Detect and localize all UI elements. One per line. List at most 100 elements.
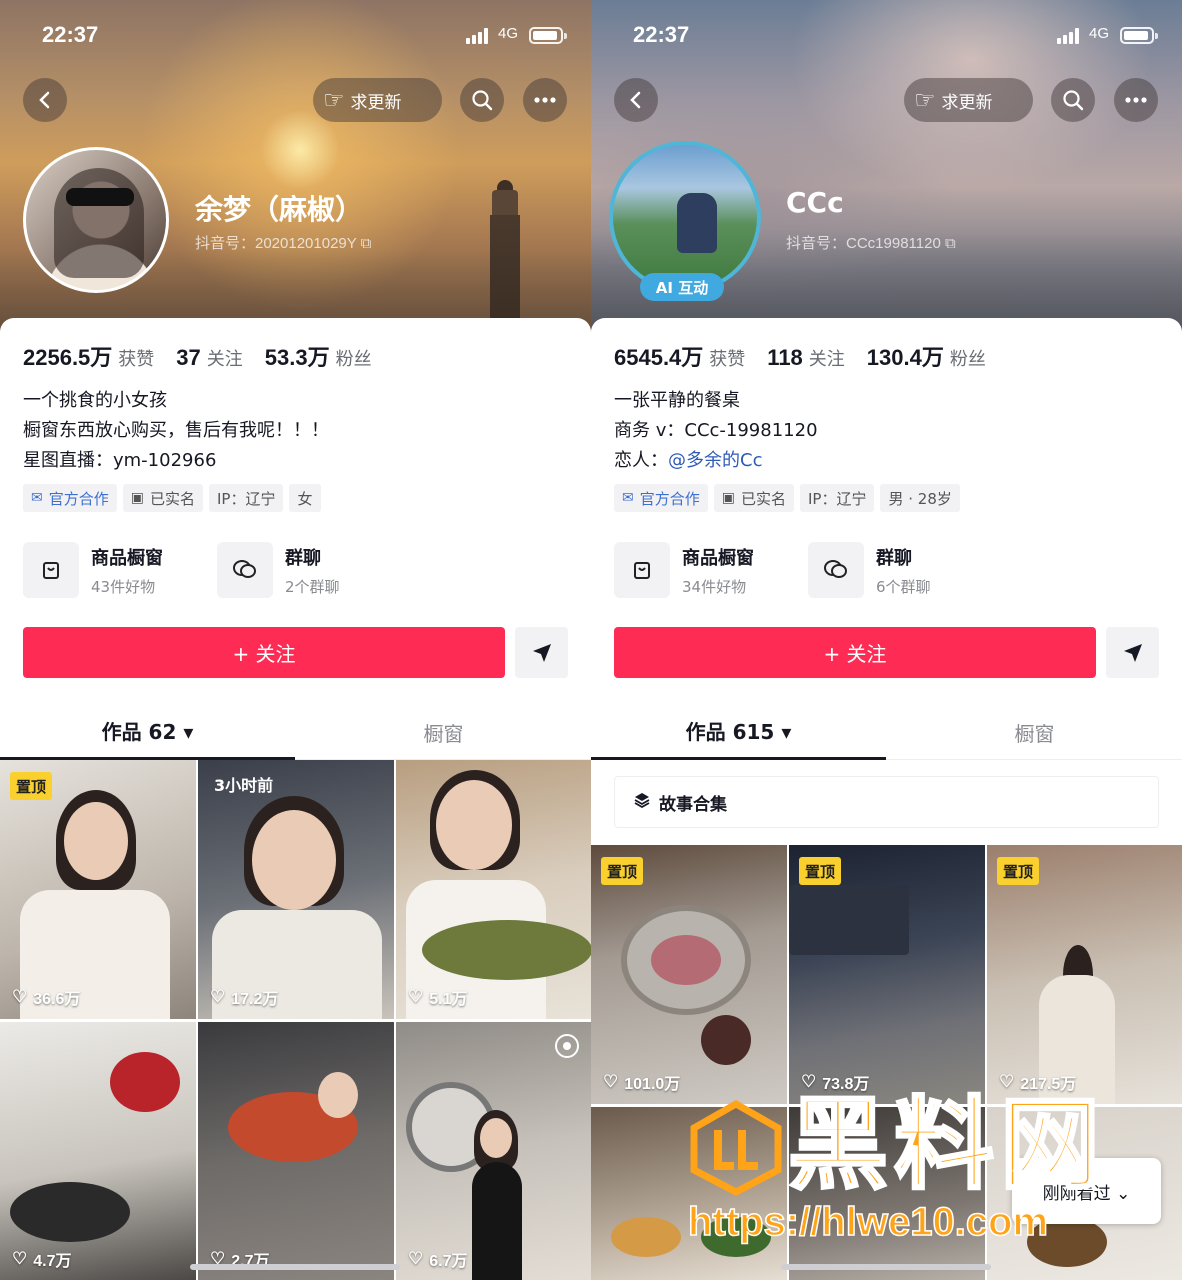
like-count: ♡ 17.2万	[210, 987, 279, 1008]
pinned-badge: 置顶	[997, 857, 1040, 885]
battery-icon	[1120, 27, 1158, 44]
group-chat-shortcut[interactable]: 群聊 2个群聊	[217, 540, 340, 600]
share-button[interactable]	[1106, 627, 1159, 678]
share-button[interactable]	[515, 627, 568, 678]
follow-button[interactable]: + 关注	[23, 627, 505, 678]
profile-tags: ✉ 官方合作 ▣ 已实名 IP：辽宁 男 · 28岁	[614, 484, 960, 512]
hand-icon: ☞	[914, 86, 936, 114]
share-icon	[1123, 643, 1142, 662]
avatar[interactable]	[23, 147, 169, 293]
profile-name: 余梦（麻椒）	[195, 193, 364, 226]
video-tile[interactable]: 置顶 ♡ 217.5万	[987, 845, 1182, 1104]
mention-link[interactable]: @多余的Cc	[668, 450, 762, 471]
status-time: 22:37	[633, 22, 690, 47]
like-count: ♡ 36.6万	[12, 987, 81, 1008]
likes-count: 2256.5万	[23, 345, 113, 370]
video-tile[interactable]: 3小时前 ♡ 17.2万	[198, 760, 394, 1019]
video-tile[interactable]: 置顶 ♡ 101.0万	[591, 845, 787, 1104]
profile-uid[interactable]: 抖音号：CCc19981120 ⧉	[786, 232, 956, 253]
search-button[interactable]	[460, 78, 504, 122]
ip-tag: IP：辽宁	[209, 484, 284, 512]
video-tile[interactable]: 置顶 ♡ 36.6万	[0, 760, 196, 1019]
request-update-label: 求更新	[350, 92, 402, 113]
search-icon	[1063, 90, 1084, 111]
following-count[interactable]: 37	[176, 345, 200, 371]
following-count[interactable]: 118	[767, 345, 803, 371]
hand-icon: ☞	[323, 86, 345, 114]
verified-tag[interactable]: ▣ 已实名	[122, 484, 203, 512]
video-tile[interactable]: ♡ 2.7万	[198, 1022, 394, 1280]
copy-icon[interactable]: ⧉	[361, 235, 372, 252]
video-tile[interactable]: ♡ 4.7万	[0, 1022, 196, 1280]
pinned-badge: 置顶	[10, 772, 53, 800]
profile-uid[interactable]: 抖音号：20201201029Y ⧉	[195, 232, 371, 253]
content-tabs: 作品 615 ▾ 橱窗	[591, 704, 1182, 760]
live-icon	[555, 1034, 579, 1058]
shop-icon	[614, 542, 670, 598]
profile-name: CCc	[786, 186, 844, 219]
id-card-icon: ▣	[721, 490, 735, 506]
battery-icon	[529, 27, 567, 44]
back-button[interactable]	[614, 78, 658, 122]
shop-window-shortcut[interactable]: 商品橱窗 43件好物	[23, 540, 163, 600]
posted-time: 3小时前	[214, 776, 274, 795]
search-button[interactable]	[1051, 78, 1095, 122]
share-icon	[532, 643, 551, 662]
tab-works[interactable]: 作品 62 ▾	[0, 704, 295, 760]
video-tile[interactable]: ♡ 6.7万	[396, 1022, 591, 1280]
shop-window-shortcut[interactable]: 商品橱窗 34件好物	[614, 540, 754, 600]
tab-shop-window[interactable]: 橱窗	[887, 704, 1182, 760]
more-button[interactable]	[1114, 78, 1158, 122]
profile-shortcuts: 商品橱窗 34件好物 群聊 6个群聊	[614, 540, 1174, 600]
avatar[interactable]	[609, 141, 761, 293]
back-icon	[630, 91, 641, 109]
like-count: ♡ 101.0万	[603, 1072, 681, 1093]
more-button[interactable]	[523, 78, 567, 122]
like-count: ♡ 6.7万	[408, 1249, 468, 1270]
watermark-logo-icon	[690, 1100, 782, 1196]
like-count: ♡ 5.1万	[408, 987, 468, 1008]
ai-interaction-badge[interactable]: AI 互动	[640, 273, 724, 301]
group-chat-shortcut[interactable]: 群聊 6个群聊	[808, 540, 931, 600]
official-tag[interactable]: ✉ 官方合作	[23, 484, 117, 512]
verified-tag[interactable]: ▣ 已实名	[713, 484, 794, 512]
network-label: 4G	[1089, 25, 1110, 42]
follow-button[interactable]: + 关注	[614, 627, 1096, 678]
request-update-button[interactable]: ☞ 求更新	[904, 78, 1033, 122]
like-count: ♡ 4.7万	[12, 1249, 72, 1270]
status-bar: 22:37 4G	[591, 20, 1182, 52]
heart-icon: ♡	[210, 987, 226, 1006]
official-tag[interactable]: ✉ 官方合作	[614, 484, 708, 512]
shop-icon	[23, 542, 79, 598]
tab-shop-window[interactable]: 橱窗	[296, 704, 591, 760]
watermark: 黑料网 https://hlwe10.com	[687, 1086, 1148, 1280]
profile-panel-left: 22:37 4G ☞ 求更新 余梦（麻椒） 抖音号：20201201029Y ⧉…	[0, 0, 591, 1280]
back-icon	[39, 91, 50, 109]
back-button[interactable]	[23, 78, 67, 122]
content-tabs: 作品 62 ▾ 橱窗	[0, 704, 591, 760]
home-indicator	[190, 1264, 400, 1270]
profile-shortcuts: 商品橱窗 43件好物 群聊 2个群聊	[23, 540, 583, 600]
id-card-icon: ▣	[130, 490, 144, 506]
watermark-url: https://hlwe10.com	[687, 1199, 1049, 1245]
request-update-button[interactable]: ☞ 求更新	[313, 78, 442, 122]
copy-icon[interactable]: ⧉	[945, 235, 956, 252]
chat-icon	[808, 542, 864, 598]
followers-count[interactable]: 130.4万	[867, 340, 944, 372]
more-icon	[1125, 97, 1147, 103]
heart-icon: ♡	[12, 987, 28, 1006]
lighthouse-graphic	[480, 180, 530, 340]
story-collection-button[interactable]: 故事合集	[614, 776, 1159, 828]
profile-stats: 2256.5万 获赞 37 关注 53.3万 粉丝	[23, 340, 394, 372]
video-tile[interactable]: 置顶 ♡ 73.8万	[789, 845, 985, 1104]
search-icon	[472, 90, 493, 111]
followers-count[interactable]: 53.3万	[265, 340, 330, 372]
gender-age-tag: 男 · 28岁	[880, 484, 960, 512]
signal-icon	[466, 28, 492, 44]
watermark-text: 黑料网	[787, 1086, 1106, 1203]
tab-works[interactable]: 作品 615 ▾	[591, 704, 886, 760]
official-icon: ✉	[31, 490, 43, 506]
likes-count: 6545.4万	[614, 345, 704, 370]
video-tile[interactable]: ♡ 5.1万	[396, 760, 591, 1019]
gender-tag: 女	[289, 484, 321, 512]
